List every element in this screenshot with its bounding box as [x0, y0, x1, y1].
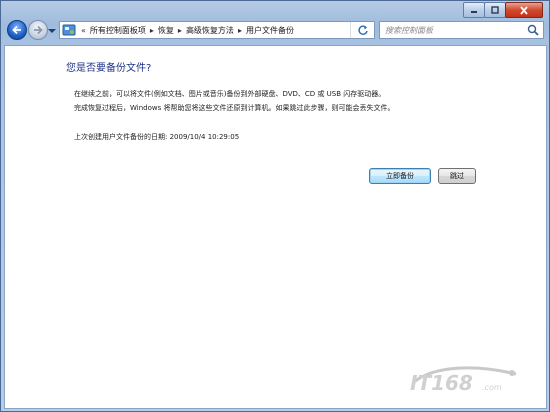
forward-button[interactable] [28, 20, 48, 40]
it168-watermark-logo: IT168 .com [410, 366, 517, 394]
last-backup-info: 上次创建用户文件备份的日期: 2009/10/4 10:29:05 [74, 132, 239, 142]
last-backup-label: 上次创建用户文件备份的日期: [74, 133, 168, 141]
breadcrumb-recovery[interactable]: 恢复 [157, 25, 175, 36]
address-bar[interactable]: « 所有控制面板项 ▸ 恢复 ▸ 高级恢复方法 ▸ 用户文件备份 [59, 21, 375, 39]
search-icon[interactable] [525, 23, 541, 37]
breadcrumb-overflow[interactable]: « [81, 26, 86, 35]
back-button[interactable] [7, 20, 27, 40]
forward-arrow-icon [34, 25, 43, 35]
window-controls [463, 2, 543, 19]
breadcrumb-advanced-recovery[interactable]: 高级恢复方法 [185, 25, 235, 36]
breadcrumb-separator[interactable]: ▸ [150, 26, 154, 35]
minimize-button[interactable] [463, 2, 485, 18]
maximize-icon [491, 6, 499, 14]
search-box[interactable]: 搜索控制面板 [379, 21, 544, 39]
content-pane: 您是否要备份文件? 在继续之前，可以将文件(例如文档、图片或音乐)备份到外部硬盘… [4, 45, 547, 409]
close-button[interactable] [505, 2, 543, 18]
minimize-icon [471, 11, 477, 13]
refresh-button[interactable] [350, 22, 374, 38]
window-frame: « 所有控制面板项 ▸ 恢复 ▸ 高级恢复方法 ▸ 用户文件备份 搜索控制面板 … [0, 0, 550, 412]
back-arrow-icon [12, 25, 21, 35]
recent-pages-dropdown-icon[interactable] [48, 27, 56, 35]
skip-button[interactable]: 跳过 [438, 168, 476, 184]
breadcrumb-user-file-backup[interactable]: 用户文件备份 [245, 25, 295, 36]
refresh-icon [357, 25, 368, 35]
close-icon [520, 5, 528, 15]
svg-text:IT168: IT168 [410, 371, 473, 394]
breadcrumb-all-control-panel[interactable]: 所有控制面板项 [89, 25, 147, 36]
breadcrumb-separator[interactable]: ▸ [178, 26, 182, 35]
last-backup-date: 2009/10/4 10:29:05 [169, 133, 240, 141]
backup-now-button[interactable]: 立即备份 [369, 168, 431, 184]
navigation-bar: « 所有控制面板项 ▸ 恢复 ▸ 高级恢复方法 ▸ 用户文件备份 搜索控制面板 [3, 18, 547, 42]
control-panel-icon [62, 24, 76, 36]
search-input[interactable]: 搜索控制面板 [380, 25, 525, 36]
maximize-button[interactable] [484, 2, 506, 18]
breadcrumb-separator[interactable]: ▸ [238, 26, 242, 35]
backup-description: 在继续之前，可以将文件(例如文档、图片或音乐)备份到外部硬盘、DVD、CD 或 … [74, 90, 386, 98]
svg-text:.com: .com [482, 383, 502, 392]
restore-description: 完成恢复过程后，Windows 将帮助您将这些文件还原到计算机。如果跳过此步骤，… [74, 104, 395, 112]
page-title: 您是否要备份文件? [66, 63, 152, 74]
